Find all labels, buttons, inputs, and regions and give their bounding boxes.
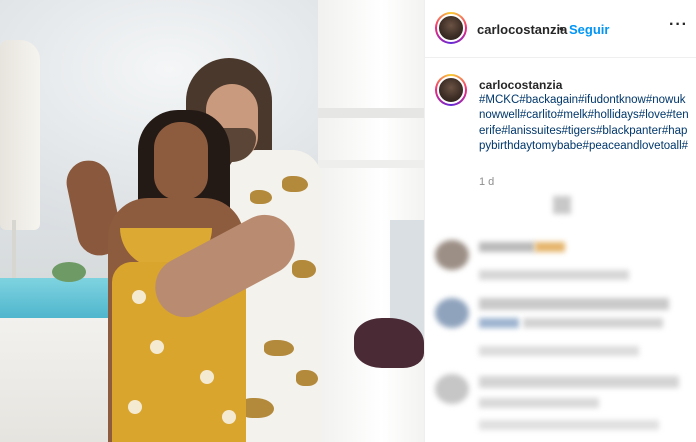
shirt-print — [282, 176, 308, 192]
dress-flower — [150, 340, 164, 354]
separator-dot: • — [559, 21, 564, 36]
caption-hashtags[interactable]: #MCKC#backagain#ifudontknow#nowuknowwell… — [479, 93, 691, 154]
dress-flower — [200, 370, 214, 384]
blurred-comment-line — [523, 318, 663, 328]
shirt-print — [292, 260, 316, 278]
more-options-icon[interactable]: ··· — [669, 16, 688, 34]
building-ledge — [318, 160, 424, 168]
follow-button[interactable]: Seguir — [569, 22, 609, 37]
photo-building — [318, 0, 424, 442]
blurred-comment-line — [479, 376, 679, 388]
blurred-comment-line — [479, 242, 535, 252]
blurred-comment-avatar — [435, 240, 469, 270]
header-username[interactable]: carlocostanzia — [477, 22, 567, 37]
post-timestamp[interactable]: 1 d — [479, 176, 494, 188]
woman-face — [154, 122, 208, 200]
photo-umbrella — [0, 40, 40, 230]
building-ledge — [318, 108, 424, 118]
blurred-comment-line — [479, 270, 629, 280]
post-header: carlocostanzia • Seguir ··· — [425, 0, 696, 58]
blurred-comment-line — [479, 318, 519, 328]
blurred-comment-avatar — [435, 298, 469, 328]
blurred-block — [553, 196, 571, 214]
post-side-panel: carlocostanzia • Seguir ··· carlocostanz… — [424, 0, 696, 442]
dress-flower — [222, 410, 236, 424]
blurred-comment-line — [479, 298, 669, 310]
caption-avatar[interactable] — [435, 74, 467, 106]
header-avatar[interactable] — [435, 12, 467, 44]
dress-flower — [132, 290, 146, 304]
dress-flower — [128, 400, 142, 414]
blurred-comment-line — [479, 346, 639, 356]
shirt-print — [250, 190, 272, 204]
shirt-print — [264, 340, 294, 356]
blurred-comment-line — [535, 242, 565, 252]
shirt-print — [296, 370, 318, 386]
blurred-comment-line — [479, 398, 599, 408]
caption-username[interactable]: carlocostanzia — [479, 78, 691, 93]
blurred-comment-line — [479, 420, 659, 430]
post-photo[interactable] — [0, 0, 424, 442]
blurred-comment-avatar — [435, 374, 469, 404]
post-caption: carlocostanzia #MCKC#backagain#ifudontkn… — [479, 78, 691, 154]
photo-plant — [354, 318, 424, 368]
photo-palm — [52, 262, 86, 282]
